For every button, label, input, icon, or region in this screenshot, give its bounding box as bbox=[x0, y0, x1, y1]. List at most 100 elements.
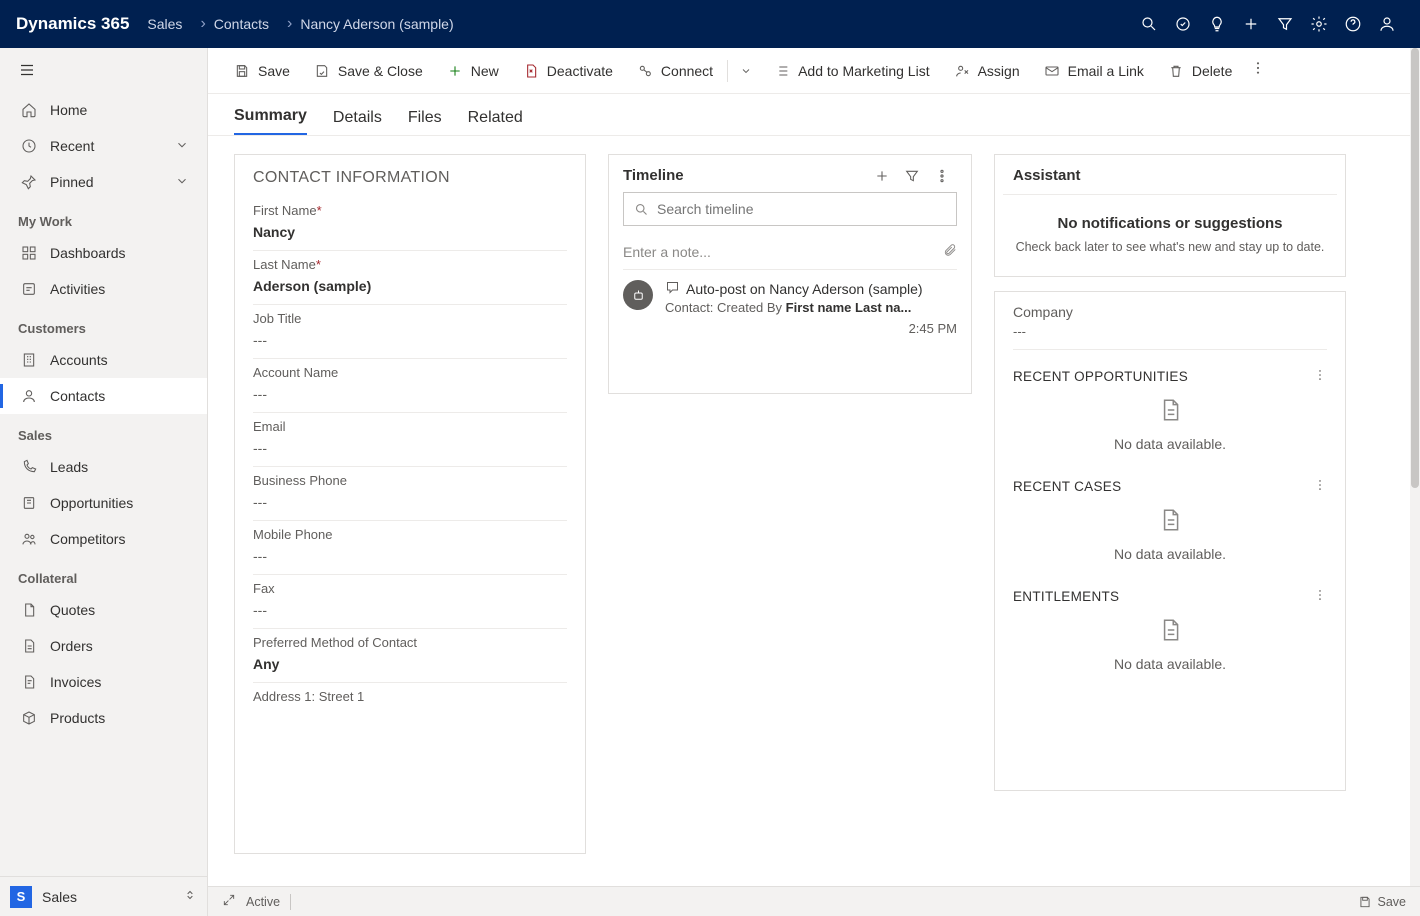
deactivate-icon bbox=[523, 63, 539, 79]
sidebar-item-accounts[interactable]: Accounts bbox=[0, 342, 207, 378]
sidebar-item-quotes[interactable]: Quotes bbox=[0, 592, 207, 628]
tab-related[interactable]: Related bbox=[468, 109, 523, 135]
pin-icon bbox=[18, 174, 40, 190]
sidebar-item-activities[interactable]: Activities bbox=[0, 271, 207, 307]
gear-icon[interactable] bbox=[1302, 7, 1336, 41]
connect-icon bbox=[637, 63, 653, 79]
sidebar-item-pinned[interactable]: Pinned bbox=[0, 164, 207, 200]
help-icon[interactable] bbox=[1336, 7, 1370, 41]
people-icon bbox=[18, 531, 40, 547]
sidebar-item-label: Products bbox=[50, 710, 105, 726]
field-value[interactable]: --- bbox=[253, 440, 567, 467]
field-label: Business Phone bbox=[253, 473, 567, 494]
scrollbar[interactable] bbox=[1410, 48, 1420, 886]
person-icon[interactable] bbox=[1370, 7, 1404, 41]
timeline-item[interactable]: Auto-post on Nancy Aderson (sample) Cont… bbox=[623, 280, 957, 336]
tab-files[interactable]: Files bbox=[408, 109, 442, 135]
field-value[interactable]: --- bbox=[253, 494, 567, 521]
attach-icon[interactable] bbox=[943, 243, 957, 260]
field-value[interactable]: --- bbox=[253, 548, 567, 575]
company-value[interactable]: --- bbox=[1013, 324, 1327, 350]
cmd-label: New bbox=[471, 63, 499, 79]
breadcrumb-2[interactable]: Nancy Aderson (sample) bbox=[300, 16, 453, 32]
sidebar-item-leads[interactable]: Leads bbox=[0, 449, 207, 485]
field-value[interactable]: --- bbox=[253, 602, 567, 629]
plus-icon[interactable] bbox=[1234, 7, 1268, 41]
save-close-icon bbox=[314, 63, 330, 79]
field-value[interactable]: --- bbox=[253, 386, 567, 413]
related-card: Company --- RECENT OPPORTUNITIES No data… bbox=[994, 291, 1346, 791]
more-icon[interactable] bbox=[927, 168, 957, 184]
cmd-label: Save bbox=[258, 63, 290, 79]
contact-field[interactable]: Preferred Method of ContactAny bbox=[235, 629, 585, 683]
timeline-search[interactable] bbox=[623, 192, 957, 226]
sidebar-item-invoices[interactable]: Invoices bbox=[0, 664, 207, 700]
field-label: Address 1: Street 1 bbox=[253, 689, 567, 710]
sidebar-item-competitors[interactable]: Competitors bbox=[0, 521, 207, 557]
no-data-opportunities: No data available. bbox=[995, 389, 1345, 470]
assistant-title: Assistant bbox=[995, 155, 1345, 194]
entitlements-header: ENTITLEMENTS bbox=[995, 580, 1345, 609]
sidebar-item-opportunities[interactable]: Opportunities bbox=[0, 485, 207, 521]
save-close-button[interactable]: Save & Close bbox=[302, 48, 435, 93]
sidebar-item-home[interactable]: Home bbox=[0, 92, 207, 128]
lightbulb-icon[interactable] bbox=[1200, 7, 1234, 41]
save-button[interactable]: Save bbox=[222, 48, 302, 93]
footer-save-button[interactable]: Save bbox=[1358, 895, 1407, 909]
timeline-note-input[interactable]: Enter a note... bbox=[623, 234, 957, 270]
timeline-search-input[interactable] bbox=[657, 201, 946, 217]
field-value[interactable]: Nancy bbox=[253, 224, 567, 251]
task-icon[interactable] bbox=[1166, 7, 1200, 41]
filter-icon[interactable] bbox=[1268, 7, 1302, 41]
contact-field[interactable]: Fax--- bbox=[235, 575, 585, 629]
breadcrumb-1[interactable]: Contacts bbox=[214, 16, 269, 32]
sidebar-item-dashboards[interactable]: Dashboards bbox=[0, 235, 207, 271]
more-icon[interactable] bbox=[1313, 478, 1327, 495]
sidebar-item-products[interactable]: Products bbox=[0, 700, 207, 736]
timeline-card: Timeline Enter a note... bbox=[608, 154, 972, 394]
assign-icon bbox=[954, 63, 970, 79]
tab-summary[interactable]: Summary bbox=[234, 107, 307, 135]
add-marketing-button[interactable]: Add to Marketing List bbox=[762, 48, 942, 93]
contact-field[interactable]: Last Name*Aderson (sample) bbox=[235, 251, 585, 305]
deactivate-button[interactable]: Deactivate bbox=[511, 48, 625, 93]
expand-icon[interactable] bbox=[222, 893, 236, 910]
field-value[interactable]: Any bbox=[253, 656, 567, 683]
chevron-right-icon: › bbox=[200, 15, 205, 33]
field-value[interactable]: Aderson (sample) bbox=[253, 278, 567, 305]
sidebar-item-label: Invoices bbox=[50, 674, 101, 690]
more-icon[interactable] bbox=[1313, 368, 1327, 385]
sidebar-item-contacts[interactable]: Contacts bbox=[0, 378, 207, 414]
mail-icon bbox=[1044, 63, 1060, 79]
contact-field[interactable]: Email--- bbox=[235, 413, 585, 467]
sidebar-item-orders[interactable]: Orders bbox=[0, 628, 207, 664]
new-button[interactable]: New bbox=[435, 48, 511, 93]
assign-button[interactable]: Assign bbox=[942, 48, 1032, 93]
tab-details[interactable]: Details bbox=[333, 109, 382, 135]
search-icon[interactable] bbox=[1132, 7, 1166, 41]
contact-field[interactable]: Address 1: Street 1 bbox=[235, 683, 585, 710]
field-value[interactable]: --- bbox=[253, 332, 567, 359]
breadcrumb-0[interactable]: Sales bbox=[147, 16, 182, 32]
contact-field[interactable]: Job Title--- bbox=[235, 305, 585, 359]
filter-icon[interactable] bbox=[897, 168, 927, 184]
contact-field[interactable]: First Name*Nancy bbox=[235, 197, 585, 251]
connect-split-dropdown[interactable] bbox=[730, 48, 762, 93]
contact-field[interactable]: Business Phone--- bbox=[235, 467, 585, 521]
contact-field[interactable]: Account Name--- bbox=[235, 359, 585, 413]
connect-button[interactable]: Connect bbox=[625, 48, 725, 93]
footer-save-label: Save bbox=[1378, 895, 1407, 909]
area-switcher[interactable]: S Sales bbox=[0, 876, 207, 916]
add-icon[interactable] bbox=[867, 168, 897, 184]
contact-field[interactable]: Mobile Phone--- bbox=[235, 521, 585, 575]
more-commands-button[interactable] bbox=[1250, 60, 1266, 81]
email-link-button[interactable]: Email a Link bbox=[1032, 48, 1156, 93]
assistant-empty-sub: Check back later to see what's new and s… bbox=[1013, 240, 1327, 254]
more-icon[interactable] bbox=[1313, 588, 1327, 605]
recent-opportunities-header: RECENT OPPORTUNITIES bbox=[995, 360, 1345, 389]
document-icon bbox=[18, 602, 40, 618]
hamburger-button[interactable] bbox=[0, 48, 207, 92]
opportunity-icon bbox=[18, 495, 40, 511]
delete-button[interactable]: Delete bbox=[1156, 48, 1244, 93]
sidebar-item-recent[interactable]: Recent bbox=[0, 128, 207, 164]
